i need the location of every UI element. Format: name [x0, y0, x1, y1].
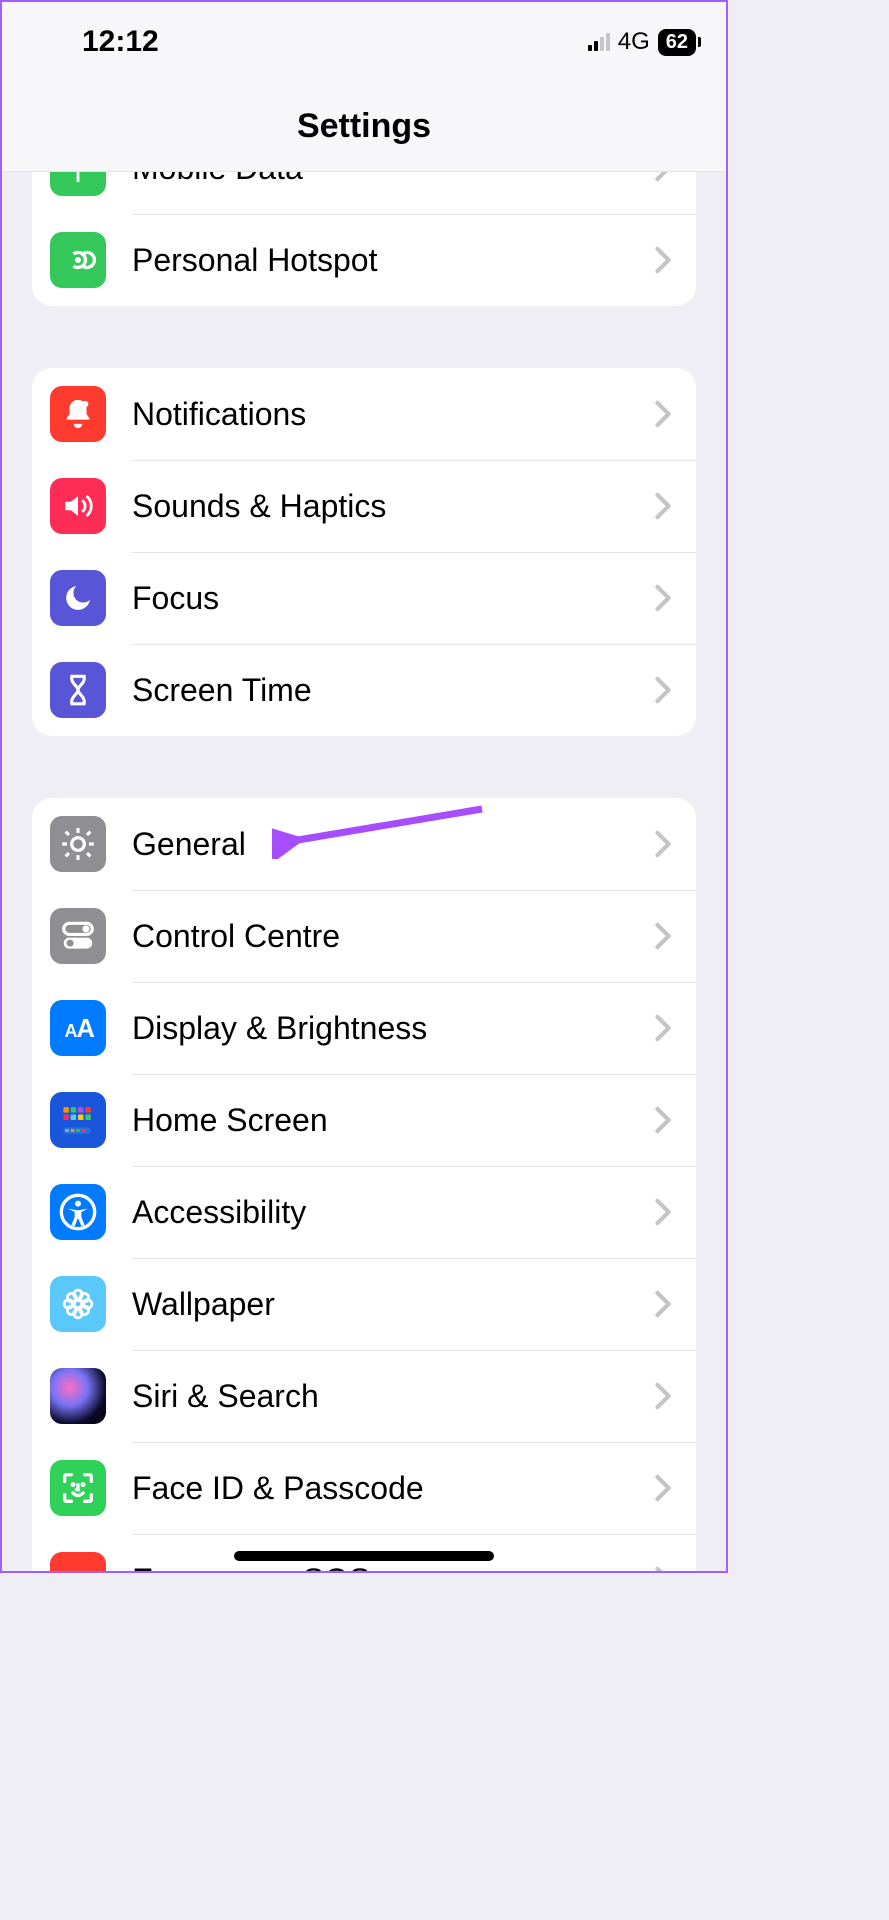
row-label: Face ID & Passcode	[132, 1470, 654, 1507]
chevron-right-icon	[654, 584, 672, 612]
settings-row-display-brightness[interactable]: AA Display & Brightness	[32, 982, 696, 1074]
hotspot-icon	[50, 232, 106, 288]
siri-icon	[50, 1368, 106, 1424]
moon-icon	[50, 570, 106, 626]
chevron-right-icon	[654, 830, 672, 858]
row-label: Wallpaper	[132, 1286, 654, 1323]
row-label: Mobile Data	[132, 172, 654, 187]
row-label: Personal Hotspot	[132, 242, 654, 279]
chevron-right-icon	[654, 1198, 672, 1226]
settings-row-face-id-passcode[interactable]: Face ID & Passcode	[32, 1442, 696, 1534]
accessibility-icon	[50, 1184, 106, 1240]
row-label: Focus	[132, 580, 654, 617]
settings-row-siri-search[interactable]: Siri & Search	[32, 1350, 696, 1442]
chevron-right-icon	[654, 1382, 672, 1410]
chevron-right-icon	[654, 1106, 672, 1134]
settings-list[interactable]: Mobile Data Personal Hotspot Notifications…	[2, 172, 726, 1571]
page-title: Settings	[297, 107, 431, 146]
chevron-right-icon	[654, 400, 672, 428]
row-label: Home Screen	[132, 1102, 654, 1139]
settings-row-focus[interactable]: Focus	[32, 552, 696, 644]
row-label: Display & Brightness	[132, 1010, 654, 1047]
settings-row-notifications[interactable]: Notifications	[32, 368, 696, 460]
chevron-right-icon	[654, 1474, 672, 1502]
settings-group: Notifications Sounds & Haptics Focus Screen…	[32, 368, 696, 736]
svg-text:A: A	[77, 1015, 95, 1043]
chevron-right-icon	[654, 1014, 672, 1042]
flower-icon	[50, 1276, 106, 1332]
row-label: Emergency SOS	[132, 1562, 654, 1572]
chevron-right-icon	[654, 1566, 672, 1571]
antenna-icon	[50, 172, 106, 196]
hourglass-icon	[50, 662, 106, 718]
row-label: Screen Time	[132, 672, 654, 709]
battery-indicator: 62	[658, 29, 696, 56]
row-label: Siri & Search	[132, 1378, 654, 1415]
row-label: Accessibility	[132, 1194, 654, 1231]
settings-row-control-centre[interactable]: Control Centre	[32, 890, 696, 982]
settings-group: Mobile Data Personal Hotspot	[32, 172, 696, 306]
chevron-right-icon	[654, 676, 672, 704]
home-indicator	[234, 1551, 494, 1561]
bell-icon	[50, 386, 106, 442]
toggles-icon	[50, 908, 106, 964]
status-bar: 12:12 4G 62	[2, 2, 726, 82]
settings-row-personal-hotspot[interactable]: Personal Hotspot	[32, 214, 696, 306]
gear-icon	[50, 816, 106, 872]
settings-row-general[interactable]: General	[32, 798, 696, 890]
chevron-right-icon	[654, 246, 672, 274]
chevron-right-icon	[654, 1290, 672, 1318]
status-time: 12:12	[82, 25, 159, 59]
sos-icon: SOS	[50, 1552, 106, 1571]
row-label: Control Centre	[132, 918, 654, 955]
cellular-signal-icon	[588, 33, 610, 51]
row-label: Notifications	[132, 396, 654, 433]
chevron-right-icon	[654, 492, 672, 520]
speaker-icon	[50, 478, 106, 534]
chevron-right-icon	[654, 922, 672, 950]
chevron-right-icon	[654, 172, 672, 182]
settings-row-mobile-data[interactable]: Mobile Data	[32, 172, 696, 214]
settings-row-home-screen[interactable]: Home Screen	[32, 1074, 696, 1166]
network-type: 4G	[618, 28, 650, 56]
row-label: Sounds & Haptics	[132, 488, 654, 525]
textsize-icon: AA	[50, 1000, 106, 1056]
settings-group: General Control Centre AA Display & Brightn…	[32, 798, 696, 1571]
status-indicators: 4G 62	[588, 28, 696, 56]
settings-row-screen-time[interactable]: Screen Time	[32, 644, 696, 736]
faceid-icon	[50, 1460, 106, 1516]
nav-bar: Settings	[2, 82, 726, 172]
row-label: General	[132, 826, 654, 863]
settings-row-sounds-haptics[interactable]: Sounds & Haptics	[32, 460, 696, 552]
apps-icon	[50, 1092, 106, 1148]
settings-row-wallpaper[interactable]: Wallpaper	[32, 1258, 696, 1350]
settings-row-accessibility[interactable]: Accessibility	[32, 1166, 696, 1258]
